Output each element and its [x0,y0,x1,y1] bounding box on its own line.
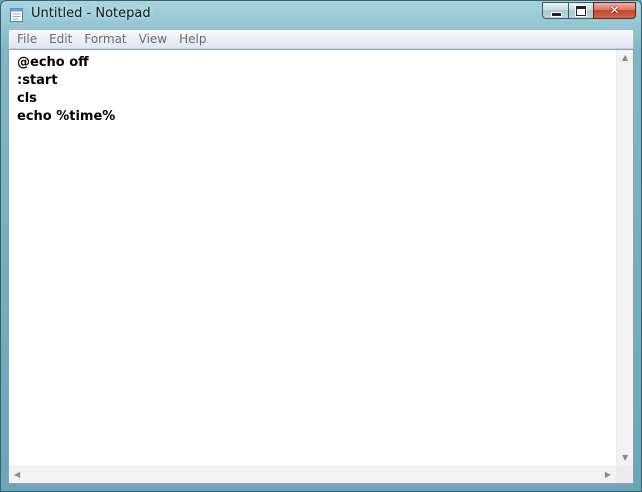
scroll-left-arrow-icon[interactable]: ◀ [14,471,20,479]
text-editor[interactable]: @echo off :start cls echo %time% [9,50,616,466]
scroll-up-arrow-icon[interactable]: ▲ [622,54,628,62]
close-button[interactable]: ✕ [593,2,636,19]
editor-line: cls [17,91,37,106]
window-title: Untitled - Notepad [31,6,151,21]
menu-bar: File Edit Format View Help [8,29,634,49]
menu-file[interactable]: File [11,30,43,48]
caption-buttons: ✕ [542,2,636,20]
scroll-right-arrow-icon[interactable]: ▶ [605,471,611,479]
minimize-icon [551,12,562,17]
maximize-icon [576,6,586,16]
notepad-icon [10,8,23,22]
vertical-scrollbar[interactable]: ▲ ▼ [616,50,633,466]
menu-view[interactable]: View [133,30,173,48]
title-bar[interactable]: Untitled - Notepad ✕ [1,1,641,29]
menu-edit[interactable]: Edit [43,30,78,48]
editor-line: echo %time% [17,109,116,124]
scrollbar-corner [616,466,633,483]
maximize-button[interactable] [568,2,593,19]
menu-help[interactable]: Help [173,30,212,48]
notepad-window: Untitled - Notepad ✕ File Edit Format Vi… [0,0,642,492]
editor-line: :start [17,73,58,88]
horizontal-scrollbar[interactable]: ◀ ▶ [9,466,616,483]
minimize-button[interactable] [542,2,568,19]
editor-line: @echo off [17,55,89,70]
editor-frame: @echo off :start cls echo %time% ▲ ▼ ◀ ▶ [8,49,634,484]
menu-format[interactable]: Format [78,30,132,48]
close-icon: ✕ [609,3,620,17]
scroll-down-arrow-icon[interactable]: ▼ [622,454,628,462]
